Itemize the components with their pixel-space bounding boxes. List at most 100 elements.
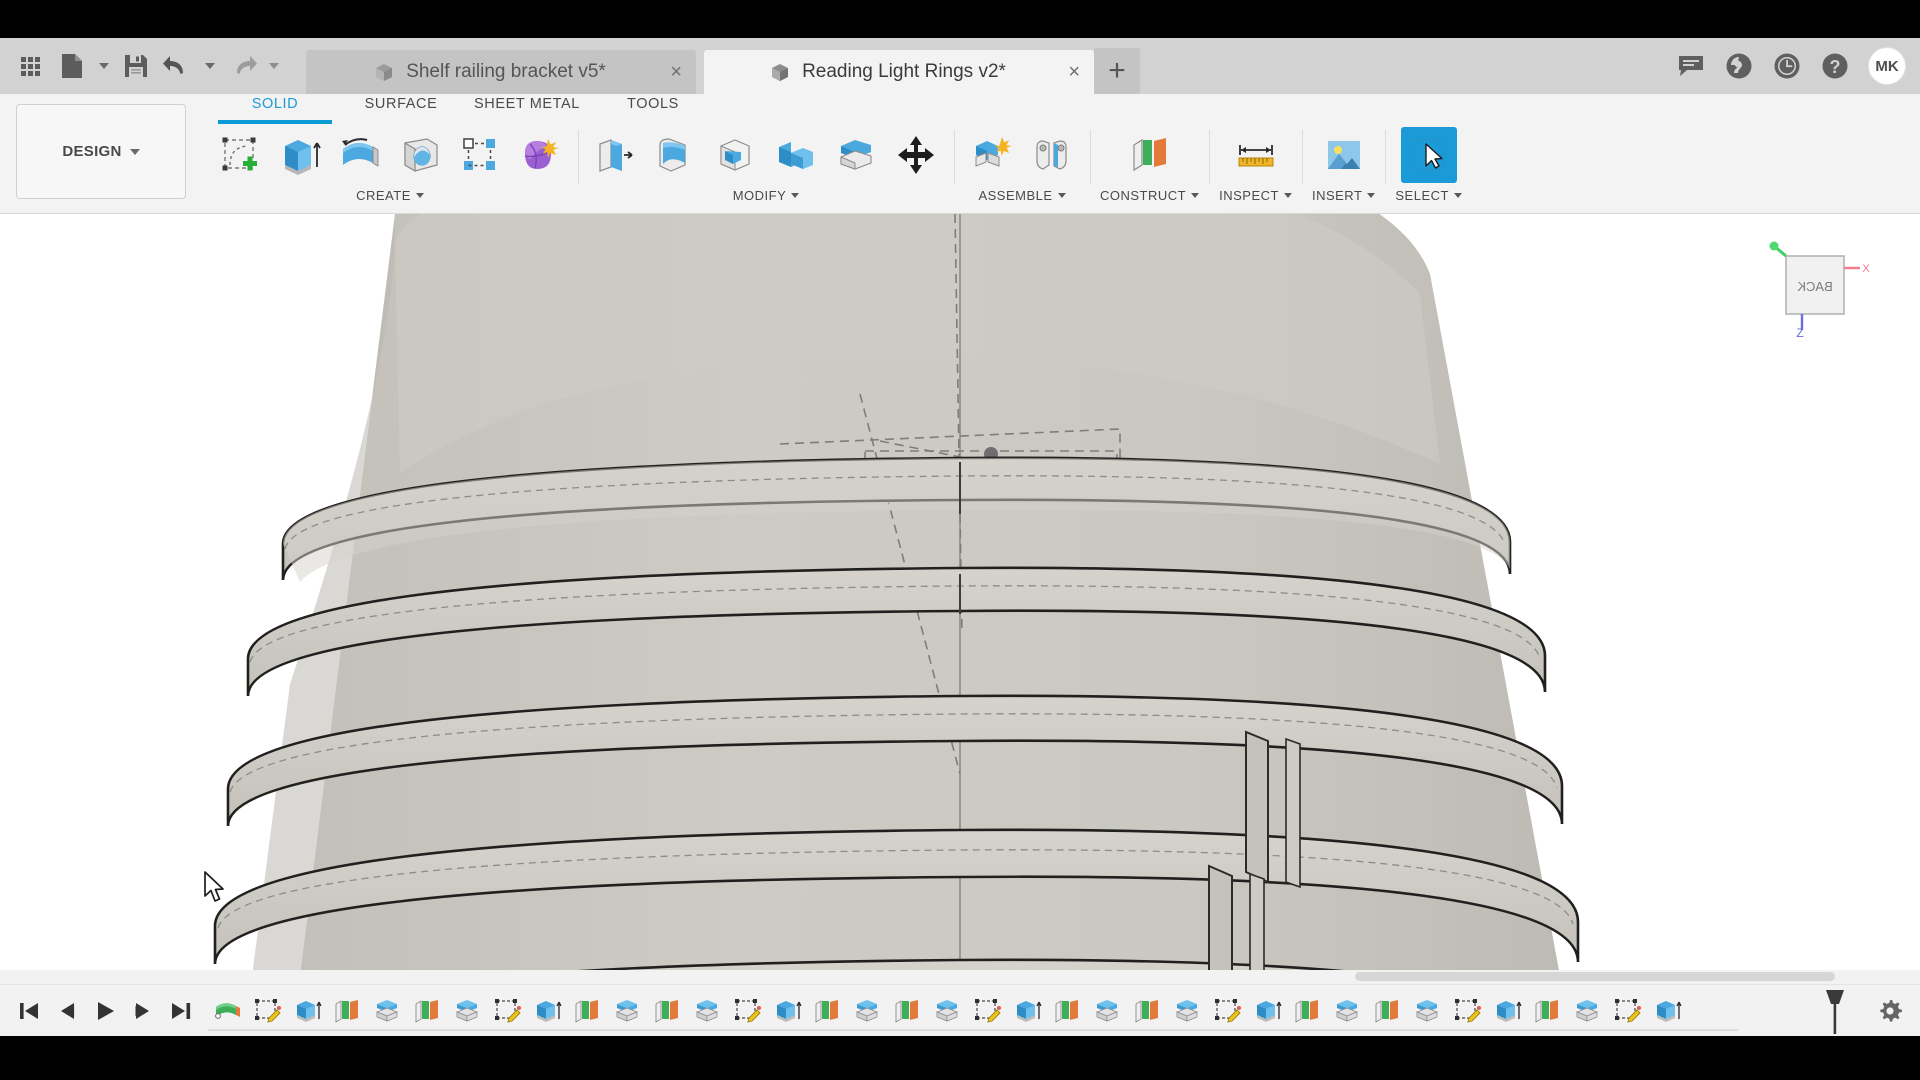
construct-group-label[interactable]: CONSTRUCT	[1100, 186, 1199, 206]
timeline-feature-offset-feature[interactable]	[848, 994, 888, 1028]
timeline-feature-extrude-feature[interactable]	[1008, 994, 1048, 1028]
undo-arrow-icon	[163, 53, 193, 79]
timeline-feature-offset-feature[interactable]	[608, 994, 648, 1028]
redo-button[interactable]	[222, 45, 262, 87]
ribbon-group-insert: INSERT	[1302, 124, 1385, 206]
step-forward-button[interactable]	[130, 998, 156, 1024]
timeline-feature-offset-feature[interactable]	[688, 994, 728, 1028]
apps-grid-icon[interactable]	[10, 45, 50, 87]
save-button[interactable]	[116, 45, 156, 87]
play-button[interactable]	[92, 998, 118, 1024]
create-group-label[interactable]: CREATE	[356, 186, 424, 206]
revolve-icon[interactable]	[332, 127, 388, 183]
timeline-feature-sketch-feature[interactable]	[728, 994, 768, 1028]
select-icon[interactable]	[1401, 127, 1457, 183]
help-icon[interactable]: ?	[1812, 43, 1858, 89]
timeline-feature-sketch-feature[interactable]	[1608, 994, 1648, 1028]
combine-icon[interactable]	[768, 127, 824, 183]
create-form-icon[interactable]	[512, 127, 568, 183]
timeline-feature-offset-feature[interactable]	[368, 994, 408, 1028]
workspace-selector[interactable]: DESIGN	[16, 104, 186, 199]
comments-icon[interactable]	[1668, 43, 1714, 89]
undo-button[interactable]	[158, 45, 198, 87]
chevron-down-icon	[1367, 193, 1375, 198]
timeline-feature-sketch-feature[interactable]	[1448, 994, 1488, 1028]
undo-dropdown[interactable]	[200, 45, 220, 87]
step-backward-button[interactable]	[54, 998, 80, 1024]
timeline-horizontal-scrollbar[interactable]	[1355, 972, 1835, 981]
timeline-feature-revolve-feature[interactable]	[208, 994, 248, 1028]
redo-dropdown[interactable]	[264, 45, 284, 87]
create-sketch-icon[interactable]	[212, 127, 268, 183]
select-group-label[interactable]: SELECT	[1395, 186, 1462, 206]
move-copy-icon[interactable]	[888, 127, 944, 183]
timeline-feature-plane-feature[interactable]	[1528, 994, 1568, 1028]
timeline-feature-extrude-feature[interactable]	[1248, 994, 1288, 1028]
tab-solid[interactable]: SOLID	[212, 96, 338, 124]
joint-icon[interactable]	[1024, 127, 1080, 183]
timeline-feature-sketch-feature[interactable]	[1208, 994, 1248, 1028]
timeline-feature-offset-feature[interactable]	[1328, 994, 1368, 1028]
3d-viewport[interactable]: BACK X Z	[0, 214, 1920, 970]
timeline-feature-offset-feature[interactable]	[1568, 994, 1608, 1028]
skip-to-end-button[interactable]	[168, 998, 194, 1024]
fillet-icon[interactable]	[648, 127, 704, 183]
timeline-feature-offset-feature[interactable]	[1408, 994, 1448, 1028]
timeline-feature-extrude-feature[interactable]	[528, 994, 568, 1028]
job-status-icon[interactable]	[1716, 43, 1762, 89]
sweep-icon[interactable]	[392, 127, 448, 183]
timeline-feature-offset-feature[interactable]	[1168, 994, 1208, 1028]
measure-icon[interactable]	[1228, 127, 1284, 183]
press-pull-icon[interactable]	[588, 127, 644, 183]
timeline-feature-extrude-feature[interactable]	[1488, 994, 1528, 1028]
assemble-group-label[interactable]: ASSEMBLE	[978, 186, 1065, 206]
tab-tools[interactable]: TOOLS	[590, 96, 716, 124]
topbar-right-icons: ? MK	[1668, 43, 1920, 89]
timeline-feature-plane-feature[interactable]	[328, 994, 368, 1028]
tab-sheet-metal[interactable]: SHEET METAL	[464, 96, 590, 124]
timeline-feature-extrude-feature[interactable]	[768, 994, 808, 1028]
timeline-feature-sketch-feature[interactable]	[968, 994, 1008, 1028]
modify-group-label[interactable]: MODIFY	[733, 186, 800, 206]
document-tab-2-close-icon[interactable]: ×	[1068, 62, 1080, 82]
insert-image-icon[interactable]	[1316, 127, 1372, 183]
extrude-icon[interactable]	[272, 127, 328, 183]
timeline-feature-plane-feature[interactable]	[408, 994, 448, 1028]
timeline-feature-offset-feature[interactable]	[928, 994, 968, 1028]
timeline-feature-plane-feature[interactable]	[1048, 994, 1088, 1028]
new-document-button[interactable]	[52, 45, 92, 87]
timeline-feature-plane-feature[interactable]	[1288, 994, 1328, 1028]
new-component-icon[interactable]	[964, 127, 1020, 183]
skip-to-beginning-button[interactable]	[16, 998, 42, 1024]
insert-group-label[interactable]: INSERT	[1312, 186, 1375, 206]
inspect-group-label[interactable]: INSPECT	[1219, 186, 1292, 206]
timeline-feature-plane-feature[interactable]	[808, 994, 848, 1028]
timeline-track[interactable]	[208, 985, 1860, 1037]
timeline-feature-plane-feature[interactable]	[1128, 994, 1168, 1028]
timeline-feature-extrude-feature[interactable]	[1648, 994, 1688, 1028]
user-avatar[interactable]: MK	[1868, 47, 1906, 85]
timeline-feature-offset-feature[interactable]	[1088, 994, 1128, 1028]
recent-activity-icon[interactable]	[1764, 43, 1810, 89]
document-tab-1-close-icon[interactable]: ×	[670, 62, 682, 82]
timeline-feature-sketch-feature[interactable]	[248, 994, 288, 1028]
timeline-feature-plane-feature[interactable]	[1368, 994, 1408, 1028]
timeline-feature-plane-feature[interactable]	[648, 994, 688, 1028]
timeline-settings-gear[interactable]	[1860, 997, 1920, 1025]
split-body-icon[interactable]	[828, 127, 884, 183]
tab-surface[interactable]: SURFACE	[338, 96, 464, 124]
timeline-feature-plane-feature[interactable]	[888, 994, 928, 1028]
view-cube[interactable]: BACK X Z	[1762, 240, 1872, 340]
new-document-dropdown[interactable]	[94, 45, 114, 87]
shell-icon[interactable]	[708, 127, 764, 183]
pattern-icon[interactable]	[452, 127, 508, 183]
timeline-feature-extrude-feature[interactable]	[288, 994, 328, 1028]
timeline-feature-sketch-feature[interactable]	[488, 994, 528, 1028]
document-tab-2[interactable]: Reading Light Rings v2* ×	[704, 50, 1094, 94]
timeline-feature-offset-feature[interactable]	[448, 994, 488, 1028]
new-tab-button[interactable]: +	[1094, 48, 1140, 94]
timeline-end-marker[interactable]	[1822, 990, 1848, 1034]
offset-plane-icon[interactable]	[1122, 127, 1178, 183]
document-tab-1[interactable]: Shelf railing bracket v5* ×	[306, 50, 696, 94]
timeline-feature-plane-feature[interactable]	[568, 994, 608, 1028]
